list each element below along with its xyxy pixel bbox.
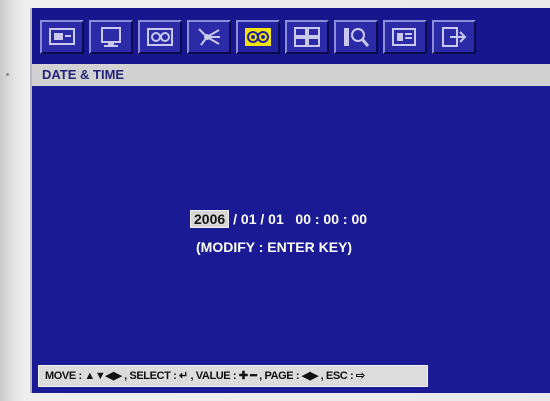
monitor-icon — [49, 28, 75, 45]
tab-monitor[interactable] — [40, 20, 84, 54]
tab-motion[interactable] — [187, 20, 231, 54]
display-icon — [101, 27, 121, 47]
tab-layout[interactable] — [285, 20, 329, 54]
tab-record[interactable] — [138, 20, 182, 54]
date-time-rest[interactable]: / 01 / 01 00 : 00 : 00 — [233, 211, 367, 227]
menu-bar — [32, 8, 550, 64]
page-title: DATE & TIME — [42, 67, 125, 82]
decorative-dot — [6, 73, 9, 76]
datetime-value: 2006/ 01 / 01 00 : 00 : 00 — [190, 210, 367, 230]
year-field[interactable]: 2006 — [190, 210, 230, 228]
header-strip: DATE & TIME — [32, 64, 550, 86]
tab-exit[interactable] — [432, 20, 476, 54]
dvr-osd-screen: DATE & TIME 2006/ 01 / 01 00 : 00 : 00 (… — [30, 8, 550, 393]
tab-display[interactable] — [89, 20, 133, 54]
motion-icon — [198, 28, 220, 46]
tab-event[interactable] — [383, 20, 427, 54]
tab-search[interactable] — [334, 20, 378, 54]
system-settings-icon — [245, 28, 271, 46]
help-bar: MOVE : ▲▼◀▶ , SELECT : ↵ , VALUE : ✚ ━ ,… — [38, 365, 428, 387]
exit-icon — [442, 27, 467, 47]
modify-hint: (MODIFY : ENTER KEY) — [196, 239, 353, 255]
search-icon — [344, 28, 370, 47]
event-icon — [392, 28, 416, 46]
tab-system[interactable] — [236, 20, 280, 54]
layout-icon — [294, 27, 320, 47]
record-icon — [147, 28, 173, 46]
